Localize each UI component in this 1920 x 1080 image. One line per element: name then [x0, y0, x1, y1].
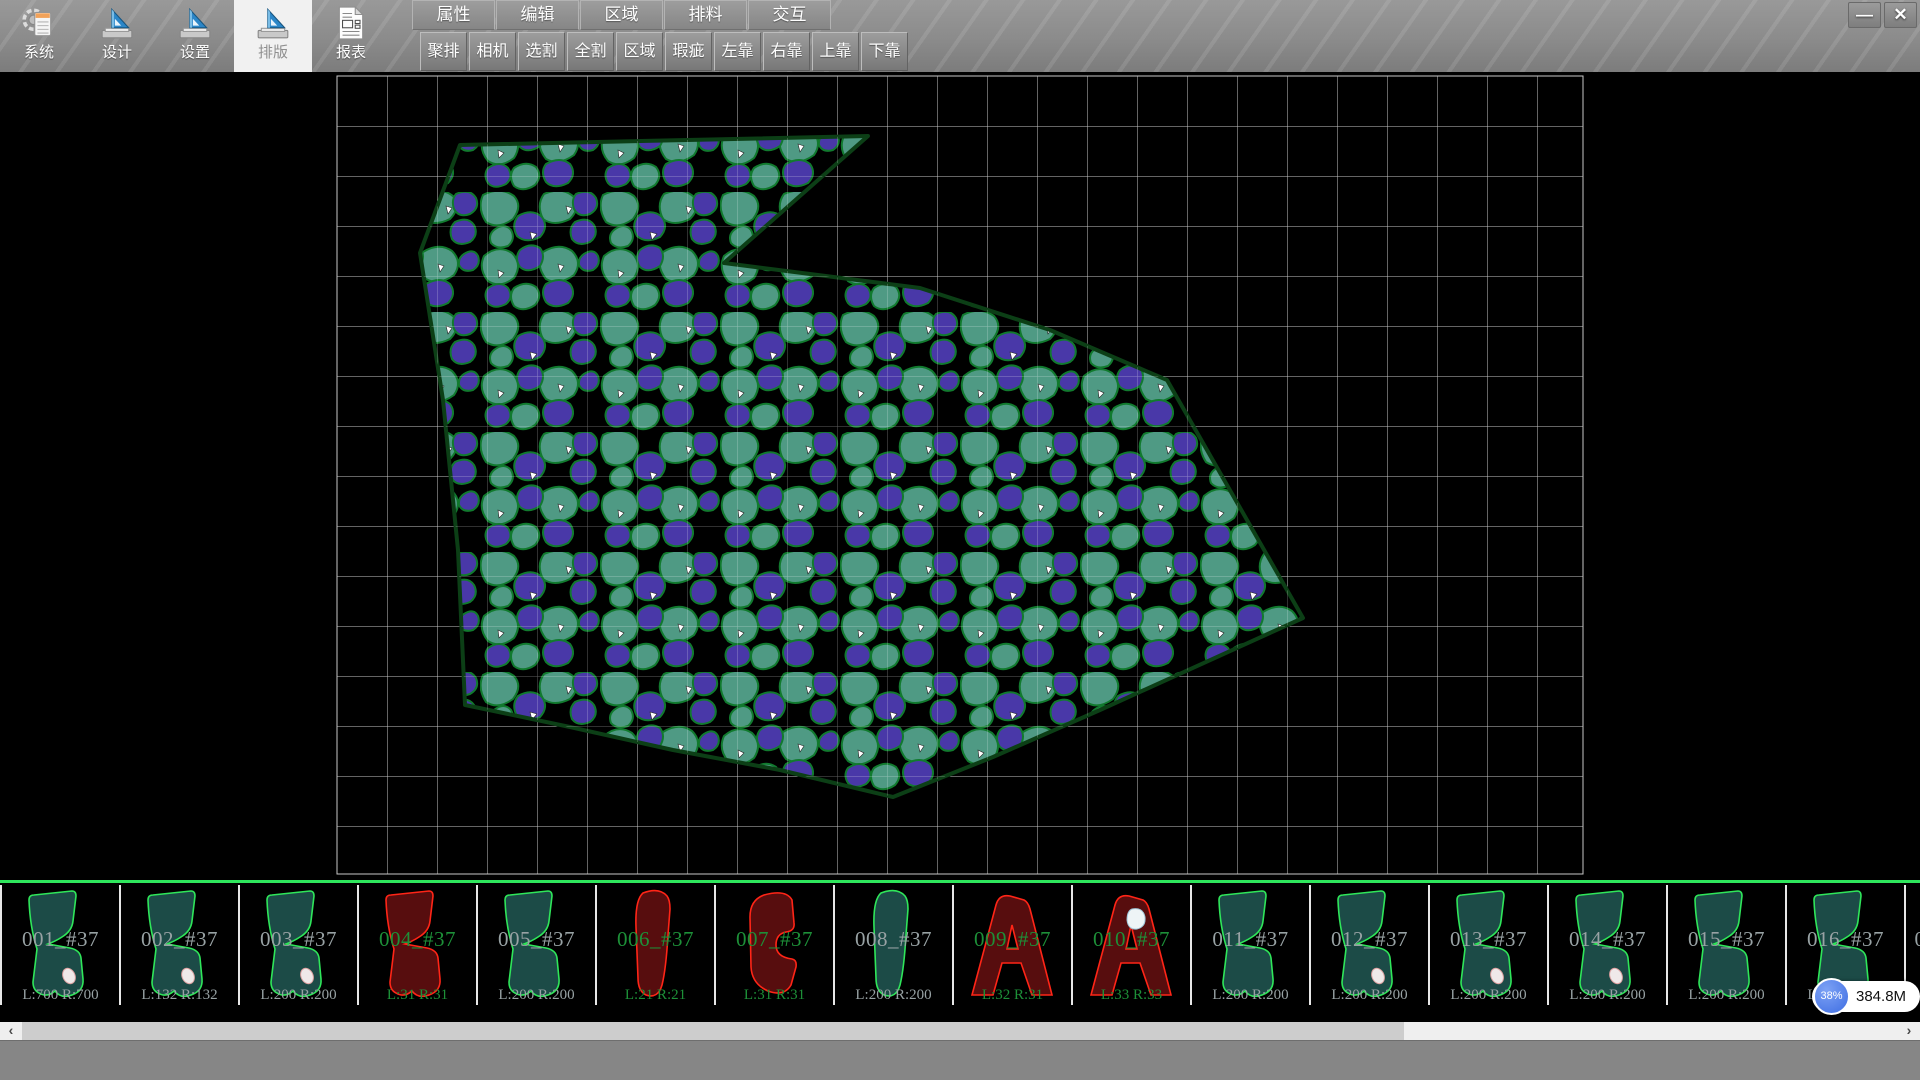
module-tab-label: 设计 — [78, 43, 156, 63]
tool-button-7[interactable]: 左靠 — [714, 32, 761, 71]
module-tab-label: 排版 — [234, 43, 312, 63]
piece-count-label: L:132 R:132 — [121, 987, 238, 1004]
settings-icon — [156, 3, 234, 43]
thumbnail-cell-1[interactable]: 001_#37 L:700 R:700 — [0, 885, 119, 1005]
piece-name-label: 004_#37 — [359, 927, 476, 952]
piece-name-label: 009_#37 — [954, 927, 1071, 952]
piece-count-label: L:200 R:200 — [240, 987, 357, 1004]
piece-name-label: 012_#37 — [1311, 927, 1428, 952]
tool-button-5[interactable]: 区域 — [616, 32, 663, 71]
menu-item-2[interactable]: 编辑 — [496, 0, 579, 30]
piece-name-label: 015_#37 — [1668, 927, 1785, 952]
piece-name-label: 016_#37 — [1787, 927, 1904, 952]
thumbnail-cell-13[interactable]: 013_#37 L:200 R:200 — [1428, 885, 1547, 1005]
module-tab-bar: 系统设计设置排版报表 — [0, 0, 390, 72]
strip-separator-line — [0, 880, 1920, 883]
module-tab-label: 设置 — [156, 43, 234, 63]
piece-count-label: L:200 R:200 — [478, 987, 595, 1004]
thumbnail-cell-9[interactable]: 009_#37 L:32 R:31 — [952, 885, 1071, 1005]
module-tab-2[interactable]: 设计 — [78, 0, 156, 72]
thumbnail-cell-4[interactable]: 004_#37 L:31 R:31 — [357, 885, 476, 1005]
piece-name-label: 002_#37 — [121, 927, 238, 952]
thumbnail-cell-11[interactable]: 011_#37 L:200 R:200 — [1190, 885, 1309, 1005]
thumbnail-cell-6[interactable]: 006_#37 L:21 R:21 — [595, 885, 714, 1005]
tool-button-9[interactable]: 上靠 — [812, 32, 859, 71]
progress-percent-badge: 38% — [1813, 978, 1850, 1015]
piece-name-label: 005_#37 — [478, 927, 595, 952]
piece-count-label: L:200 R:200 — [835, 987, 952, 1004]
piece-count-label: L:200 R:200 — [1430, 987, 1547, 1004]
scroll-left-arrow-icon[interactable]: ‹ — [0, 1022, 22, 1040]
scroll-right-arrow-icon[interactable]: › — [1898, 1022, 1920, 1040]
menu-item-5[interactable]: 交互 — [748, 0, 831, 30]
piece-name-label: 011_#37 — [1192, 927, 1309, 952]
piece-count-label: L:31 R:31 — [359, 987, 476, 1004]
thumbnail-cell-14[interactable]: 014_#37 L:200 R:200 — [1547, 885, 1666, 1005]
piece-name-label: 008_#37 — [835, 927, 952, 952]
thumbnail-cell-7[interactable]: 007_#37 L:31 R:31 — [714, 885, 833, 1005]
piece-count-label: L:33 R:33 — [1073, 987, 1190, 1004]
piece-name-label: 010_#37 — [1073, 927, 1190, 952]
nesting-icon — [234, 3, 312, 43]
menu-bar: 属性编辑区域排料交互 — [412, 0, 832, 30]
module-tab-label: 系统 — [0, 43, 78, 63]
module-tab-3[interactable]: 设置 — [156, 0, 234, 72]
module-tab-4[interactable]: 排版 — [234, 0, 312, 72]
piece-name-label: 013_#37 — [1430, 927, 1547, 952]
status-badge: 38% 384.8M — [1812, 981, 1920, 1012]
tool-button-6[interactable]: 瑕疵 — [665, 32, 712, 71]
piece-name-label: 001_#37 — [2, 927, 119, 952]
close-button[interactable]: ✕ — [1884, 2, 1917, 28]
tool-button-1[interactable]: 聚排 — [420, 32, 467, 71]
tool-button-3[interactable]: 选割 — [518, 32, 565, 71]
window-controls: — ✕ — [1848, 2, 1917, 28]
piece-count-label: L:200 R:200 — [1192, 987, 1309, 1004]
report-icon — [312, 3, 390, 43]
horizontal-scrollbar[interactable]: ‹ › — [0, 1022, 1920, 1040]
thumbnail-cell-10[interactable]: 010_#37 L:33 R:33 — [1071, 885, 1190, 1005]
module-tab-1[interactable]: 系统 — [0, 0, 78, 72]
piece-name-label: 0 — [1906, 927, 1920, 952]
menu-item-1[interactable]: 属性 — [412, 0, 495, 30]
menu-item-3[interactable]: 区域 — [580, 0, 663, 30]
piece-count-label: L:200 R:200 — [1549, 987, 1666, 1004]
piece-count-label: L:31 R:31 — [716, 987, 833, 1004]
thumbnail-cell-2[interactable]: 002_#37 L:132 R:132 — [119, 885, 238, 1005]
nesting-app-window: 系统设计设置排版报表 属性编辑区域排料交互 聚排相机选割全割区域瑕疵左靠右靠上靠… — [0, 0, 1920, 1080]
piece-count-label: L:200 R:200 — [1668, 987, 1785, 1004]
menu-item-4[interactable]: 排料 — [664, 0, 747, 30]
piece-name-label: 014_#37 — [1549, 927, 1666, 952]
piece-thumbnail-strip: 001_#37L:700 R:700002_#37L:132 R:132003_… — [0, 877, 1920, 1022]
piece-count-label: L:32 R:31 — [954, 987, 1071, 1004]
hide-layout-svg — [0, 72, 1920, 880]
tool-button-10[interactable]: 下靠 — [861, 32, 908, 71]
module-tab-5[interactable]: 报表 — [312, 0, 390, 72]
thumbnail-cell-5[interactable]: 005_#37 L:200 R:200 — [476, 885, 595, 1005]
piece-count-label: L:21 R:21 — [597, 987, 714, 1004]
tool-bar: 聚排相机选割全割区域瑕疵左靠右靠上靠下靠 — [420, 32, 910, 71]
piece-count-label: L:200 R:200 — [1311, 987, 1428, 1004]
thumbnail-cells: 001_#37L:700 R:700002_#37L:132 R:132003_… — [0, 885, 1920, 1005]
module-tab-label: 报表 — [312, 43, 390, 63]
top-toolbar: 系统设计设置排版报表 属性编辑区域排料交互 聚排相机选割全割区域瑕疵左靠右靠上靠… — [0, 0, 1920, 73]
piece-name-label: 007_#37 — [716, 927, 833, 952]
thumbnail-cell-12[interactable]: 012_#37 L:200 R:200 — [1309, 885, 1428, 1005]
scrollbar-thumb[interactable] — [22, 1022, 1404, 1040]
minimize-button[interactable]: — — [1848, 2, 1881, 28]
piece-name-label: 006_#37 — [597, 927, 714, 952]
tool-button-8[interactable]: 右靠 — [763, 32, 810, 71]
thumbnail-cell-8[interactable]: 008_#37 L:200 R:200 — [833, 885, 952, 1005]
piece-count-label: L:700 R:700 — [2, 987, 119, 1004]
tool-button-2[interactable]: 相机 — [469, 32, 516, 71]
system-icon — [0, 3, 78, 43]
memory-usage-label: 384.8M — [1856, 981, 1906, 1012]
bottom-status-bar — [0, 1040, 1920, 1080]
piece-name-label: 003_#37 — [240, 927, 357, 952]
tool-button-4[interactable]: 全割 — [567, 32, 614, 71]
thumbnail-cell-15[interactable]: 015_#37 L:200 R:200 — [1666, 885, 1785, 1005]
nesting-canvas[interactable] — [0, 72, 1920, 880]
thumbnail-cell-3[interactable]: 003_#37 L:200 R:200 — [238, 885, 357, 1005]
design-icon — [78, 3, 156, 43]
